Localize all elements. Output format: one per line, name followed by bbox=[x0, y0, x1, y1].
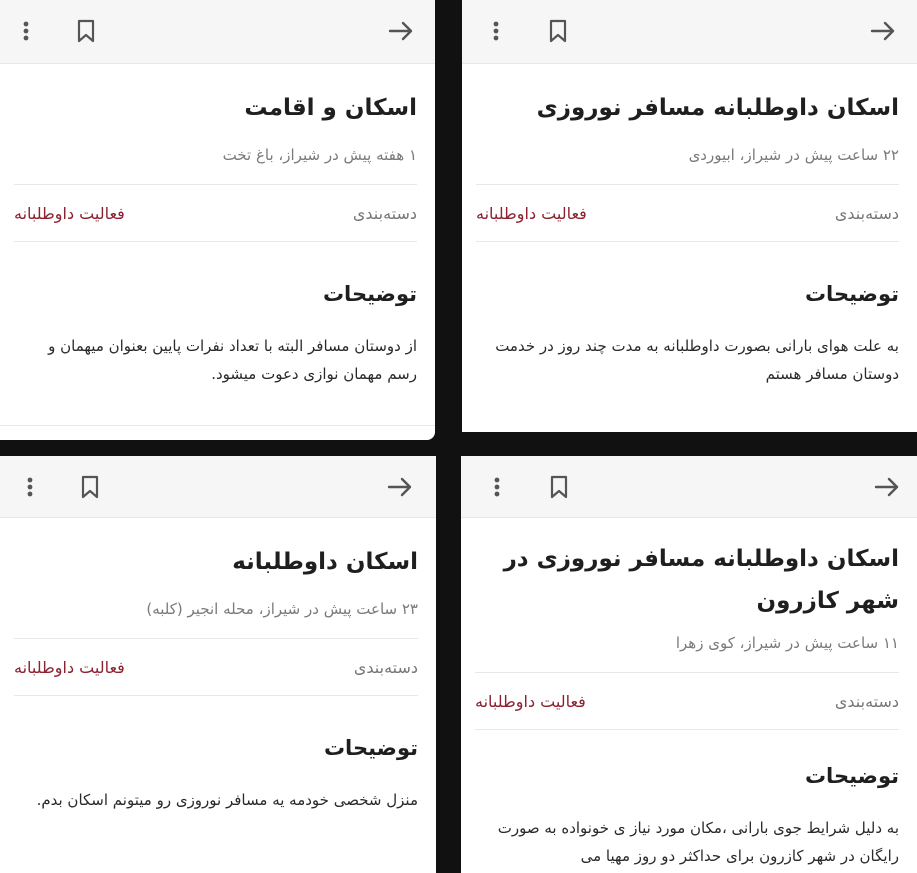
listing-title: اسکان داوطلبانه مسافر نوروزی bbox=[536, 95, 899, 121]
description-heading: توضیحات bbox=[322, 282, 417, 306]
card-content: اسکان داوطلبانه ۲۳ ساعت پیش در شیراز، مح… bbox=[14, 520, 418, 873]
bookmark-icon[interactable] bbox=[545, 470, 573, 504]
card-content: اسکان داوطلبانه مسافر نوروزی ۲۲ ساعت پیش… bbox=[476, 64, 899, 432]
arrow-right-icon[interactable] bbox=[871, 470, 903, 504]
listing-card: اسکان و اقامت ۱ هفته پیش در شیراز، باغ ت… bbox=[0, 0, 435, 440]
card-content: اسکان و اقامت ۱ هفته پیش در شیراز، باغ ت… bbox=[14, 64, 417, 440]
description-heading: توضیحات bbox=[323, 736, 418, 760]
listing-meta: ۱ هفته پیش در شیراز، باغ تخت bbox=[222, 146, 417, 164]
category-label: دسته‌بندی bbox=[352, 203, 417, 223]
listing-meta: ۱۱ ساعت پیش در شیراز، کوی زهرا bbox=[675, 634, 899, 652]
card-content: اسکان داوطلبانه مسافر نوروزی در شهر کازر… bbox=[475, 520, 899, 873]
category-row: دسته‌بندی فعالیت داوطلبانه bbox=[475, 672, 899, 730]
listing-card: اسکان داوطلبانه مسافر نوروزی در شهر کازر… bbox=[461, 456, 917, 873]
listing-meta: ۲۲ ساعت پیش در شیراز، ابیوردی bbox=[688, 146, 899, 164]
more-vertical-icon[interactable] bbox=[18, 470, 42, 504]
listing-title: اسکان داوطلبانه مسافر نوروزی در شهر کازر… bbox=[503, 546, 899, 614]
listing-card: اسکان داوطلبانه مسافر نوروزی ۲۲ ساعت پیش… bbox=[462, 0, 917, 432]
card-toolbar bbox=[0, 456, 436, 518]
category-label: دسته‌بندی bbox=[353, 657, 418, 677]
more-vertical-icon[interactable] bbox=[485, 470, 509, 504]
category-label: دسته‌بندی bbox=[834, 203, 899, 223]
category-link[interactable]: فعالیت داوطلبانه bbox=[476, 204, 587, 223]
listing-card: اسکان داوطلبانه ۲۳ ساعت پیش در شیراز، مح… bbox=[0, 456, 436, 873]
category-link[interactable]: فعالیت داوطلبانه bbox=[14, 658, 125, 677]
category-link[interactable]: فعالیت داوطلبانه bbox=[14, 204, 125, 223]
description-heading: توضیحات bbox=[804, 764, 899, 788]
category-row: دسته‌بندی فعالیت داوطلبانه bbox=[14, 638, 418, 696]
category-label: دسته‌بندی bbox=[834, 691, 899, 711]
divider bbox=[0, 425, 435, 426]
bookmark-icon[interactable] bbox=[76, 470, 104, 504]
arrow-right-icon[interactable] bbox=[384, 470, 416, 504]
bookmark-icon[interactable] bbox=[544, 14, 572, 48]
description-text: به علت هوای بارانی بصورت داوطلبانه به مد… bbox=[495, 337, 899, 383]
card-toolbar bbox=[0, 0, 435, 64]
description-text: به دلیل شرایط جوی بارانی ،مکان مورد نیاز… bbox=[497, 819, 899, 865]
listing-title: اسکان داوطلبانه bbox=[232, 549, 418, 575]
card-toolbar bbox=[461, 456, 917, 518]
description-text: از دوستان مسافر البته با تعداد نفرات پای… bbox=[48, 337, 417, 383]
category-row: دسته‌بندی فعالیت داوطلبانه bbox=[476, 184, 899, 242]
description-text: منزل شخصی خودمه یه مسافر نوروزی رو میتون… bbox=[36, 791, 418, 809]
more-vertical-icon[interactable] bbox=[484, 14, 508, 48]
category-row: دسته‌بندی فعالیت داوطلبانه bbox=[14, 184, 417, 242]
arrow-right-icon[interactable] bbox=[867, 14, 899, 48]
card-toolbar bbox=[462, 0, 917, 64]
bookmark-icon[interactable] bbox=[72, 14, 100, 48]
arrow-right-icon[interactable] bbox=[385, 14, 417, 48]
category-link[interactable]: فعالیت داوطلبانه bbox=[475, 692, 586, 711]
description-heading: توضیحات bbox=[804, 282, 899, 306]
more-vertical-icon[interactable] bbox=[14, 14, 38, 48]
listing-meta: ۲۳ ساعت پیش در شیراز، محله انجیر (کلبه) bbox=[146, 600, 418, 618]
listing-title: اسکان و اقامت bbox=[244, 95, 417, 121]
